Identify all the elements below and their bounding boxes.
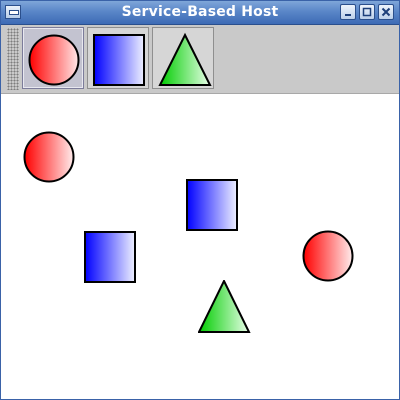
circle-icon — [28, 34, 80, 86]
square-icon — [93, 34, 145, 86]
circle-tool-button[interactable] — [22, 27, 84, 89]
app-window: Service-Based Host — [0, 0, 400, 400]
close-button[interactable] — [378, 4, 394, 20]
maximize-button[interactable] — [359, 4, 375, 20]
canvas-square-shape[interactable] — [84, 231, 138, 285]
drawing-canvas[interactable] — [1, 94, 399, 399]
square-tool-button[interactable] — [87, 27, 149, 89]
maximize-icon — [362, 7, 372, 17]
close-icon — [381, 7, 391, 17]
toolbar-grip-handle[interactable] — [7, 28, 19, 90]
canvas-circle-shape[interactable] — [23, 131, 77, 185]
triangle-icon — [158, 32, 212, 86]
canvas-triangle-shape[interactable] — [198, 280, 252, 334]
title-bar[interactable]: Service-Based Host — [1, 1, 399, 25]
shape-toolbar — [1, 25, 399, 94]
minimize-button[interactable] — [340, 4, 356, 20]
triangle-tool-button[interactable] — [152, 27, 214, 89]
canvas-circle-shape[interactable] — [302, 230, 356, 284]
canvas-square-shape[interactable] — [186, 179, 240, 233]
minimize-icon — [345, 14, 351, 16]
